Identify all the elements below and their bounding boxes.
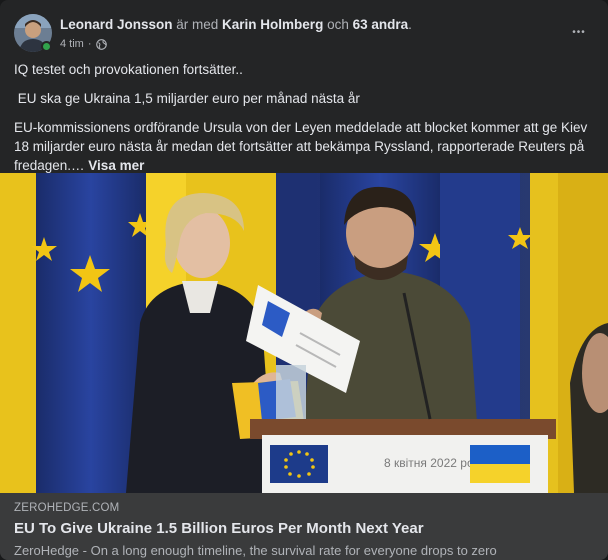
post-paragraph-2: EU ska ge Ukraina 1,5 miljarder euro per…	[14, 91, 360, 106]
timestamp-line: 4 tim ·	[60, 36, 560, 52]
post-meta: Leonard Jonsson är med Karin Holmberg oc…	[60, 16, 560, 52]
period: .	[408, 17, 412, 32]
post-paragraph-3: EU-kommissionens ordförande Ursula von d…	[14, 118, 598, 175]
link-domain: ZEROHEDGE.COM	[14, 502, 120, 514]
see-more-link[interactable]: Visa mer	[88, 158, 144, 173]
post-text: IQ testet och provokationen fortsätter..…	[14, 60, 598, 185]
post-time[interactable]: 4 tim	[60, 36, 84, 52]
tagged-person[interactable]: Karin Holmberg	[222, 17, 323, 32]
link-preview[interactable]: ZEROHEDGE.COM EU To Give Ukraine 1.5 Bil…	[0, 493, 608, 560]
link-title[interactable]: EU To Give Ukraine 1.5 Billion Euros Per…	[14, 519, 594, 539]
post-paragraph-1: IQ testet och provokationen fortsätter..	[14, 62, 243, 77]
author-name[interactable]: Leonard Jonsson	[60, 17, 173, 32]
post-photo[interactable]: 8 квітня 2022 року	[0, 173, 608, 493]
more-options-button[interactable]: •••	[568, 22, 590, 42]
photo-image: 8 квітня 2022 року	[0, 173, 608, 493]
globe-icon	[95, 38, 107, 50]
link-description: ZeroHedge - On a long enough timeline, t…	[14, 543, 497, 558]
post-header: Leonard Jonsson är med Karin Holmberg oc…	[14, 14, 594, 54]
ellipsis-icon: •••	[572, 27, 586, 38]
post-card: Leonard Jonsson är med Karin Holmberg oc…	[0, 0, 608, 560]
time-separator: ·	[87, 38, 92, 50]
podium-sign-text: 8 квітня 2022 року	[384, 456, 485, 470]
online-status-dot	[41, 41, 52, 52]
and-text: och	[323, 17, 353, 32]
tagged-others[interactable]: 63 andra	[353, 17, 409, 32]
author-line: Leonard Jonsson är med Karin Holmberg oc…	[60, 16, 560, 34]
with-text: är med	[172, 17, 223, 32]
